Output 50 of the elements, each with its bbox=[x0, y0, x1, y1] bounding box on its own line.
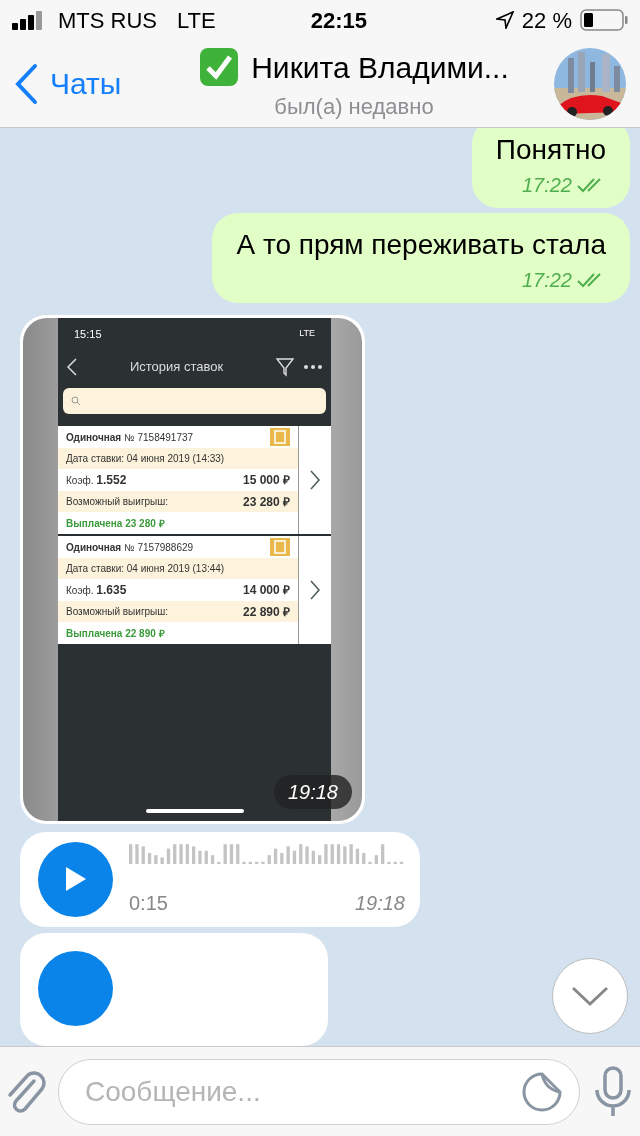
bet-win-label: Возможный выигрыш: bbox=[66, 495, 169, 509]
sticker-icon[interactable] bbox=[521, 1070, 563, 1113]
bet-win-label: Возможный выигрыш: bbox=[66, 605, 169, 619]
search-icon bbox=[71, 396, 81, 406]
battery-icon bbox=[580, 9, 628, 31]
chevron-right-icon bbox=[309, 579, 321, 601]
status-time: 15:15 bbox=[74, 326, 102, 342]
carrier-name: MTS RUS bbox=[58, 6, 157, 35]
status-network: LTE bbox=[299, 327, 315, 341]
document-icon bbox=[270, 428, 290, 446]
voice-duration: 0:15 bbox=[129, 891, 168, 917]
bet-stake: 14 000 ₽ bbox=[242, 582, 290, 599]
bet-date: Дата ставки: 04 июня 2019 (14:33) bbox=[66, 452, 225, 466]
message-time: 17:22 bbox=[521, 173, 572, 198]
bet-status: Выплачена 22 890 ₽ bbox=[66, 626, 165, 641]
bet-win: 23 280 ₽ bbox=[242, 493, 290, 511]
chevron-down-icon bbox=[571, 985, 609, 1007]
bet-stake: 15 000 ₽ bbox=[242, 472, 290, 489]
chat-subtitle: был(а) недавно bbox=[274, 92, 434, 121]
more-icon[interactable] bbox=[303, 364, 323, 370]
chevron-right-icon bbox=[309, 469, 321, 491]
document-icon bbox=[270, 538, 290, 556]
back-icon[interactable] bbox=[66, 357, 78, 377]
message-time: 17:22 bbox=[521, 268, 572, 293]
play-icon bbox=[63, 865, 88, 894]
message-field[interactable]: Сообщение... bbox=[58, 1058, 580, 1125]
back-button[interactable]: Чаты bbox=[14, 61, 154, 106]
location-arrow-icon bbox=[495, 11, 514, 29]
message-time: 19:18 bbox=[273, 774, 352, 809]
bet-title: Одиночная № 7158491737 bbox=[66, 430, 194, 445]
bet-win: 22 890 ₽ bbox=[242, 603, 290, 621]
network-type: LTE bbox=[177, 6, 216, 35]
bet-status: Выплачена 23 280 ₽ bbox=[66, 516, 165, 531]
bet-coef: Коэф. 1.635 bbox=[66, 582, 127, 599]
chat-title: Никита Владими... bbox=[251, 49, 509, 86]
message-text: А то прям переживать стала bbox=[236, 228, 606, 262]
screen-title: История ставок bbox=[128, 358, 225, 377]
filter-icon[interactable] bbox=[275, 357, 295, 377]
bet-card[interactable]: Одиночная № 7158491737 Дата ставки: 04 июня 2019 (14:33) Коэф. 1.552 15 000 ₽ Возможный выигрыш: 23 280 ₽ Выплачена 23 280 ₽ bbox=[58, 426, 331, 536]
image-message[interactable] bbox=[20, 315, 365, 824]
bet-coef: Коэф. 1.552 bbox=[66, 472, 127, 489]
battery-percent: 22 % bbox=[521, 6, 572, 35]
clock: 22:15 bbox=[309, 6, 369, 35]
bet-date: Дата ставки: 04 июня 2019 (13:44) bbox=[66, 562, 225, 576]
message-text: Понятно bbox=[495, 133, 606, 167]
chevron-left-icon bbox=[14, 62, 38, 105]
search-field[interactable] bbox=[63, 388, 326, 414]
bet-card[interactable]: Одиночная № 7157988629 Дата ставки: 04 июня 2019 (13:44) Коэф. 1.635 14 000 ₽ Возможный выигрыш: 22 890 ₽ Выплачена 22 890 ₽ bbox=[58, 536, 331, 646]
message-time: 19:18 bbox=[354, 891, 405, 917]
bet-title: Одиночная № 7157988629 bbox=[66, 540, 194, 555]
